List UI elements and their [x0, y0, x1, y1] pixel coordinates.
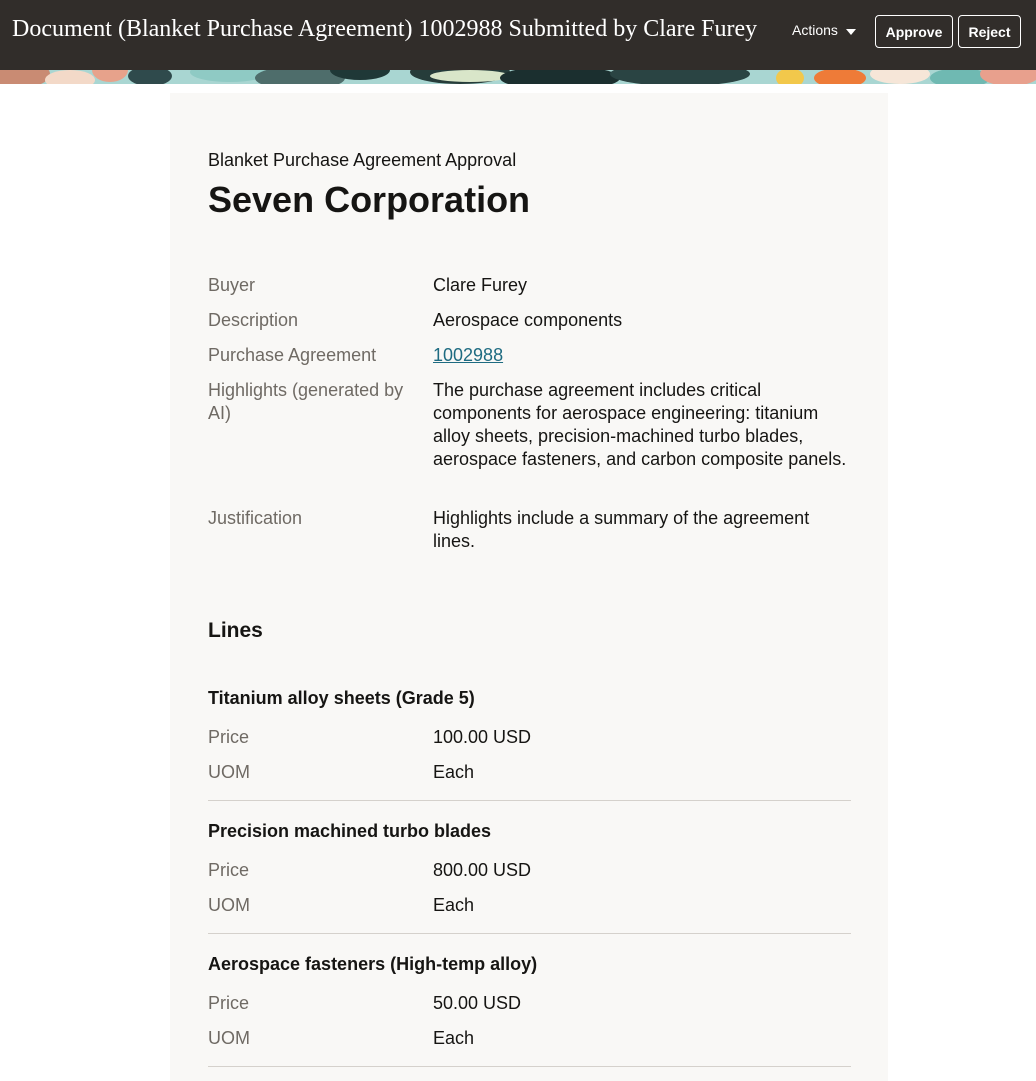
line-name: Precision machined turbo blades [208, 821, 492, 841]
detail-label: Justification [208, 508, 303, 528]
list-item: Precision machined turbo blades Price 80… [208, 821, 851, 934]
reject-button[interactable]: Reject [958, 15, 1021, 48]
uom-label: UOM [208, 1028, 250, 1048]
price-label: Price [208, 993, 250, 1013]
detail-label: Description [208, 310, 299, 330]
price-label: Price [208, 727, 250, 747]
approve-button[interactable]: Approve [875, 15, 953, 48]
list-item: Titanium alloy sheets (Grade 5) Price 10… [208, 688, 851, 801]
supplier-name: Seven Corporation [208, 179, 531, 220]
detail-label: Purchase Agreement [208, 345, 377, 365]
detail-value: Aerospace components [433, 310, 623, 330]
header-bar: Document (Blanket Purchase Agreement) 10… [0, 0, 1036, 70]
detail-value: The purchase agreement includes critical… [433, 380, 847, 469]
line-name: Titanium alloy sheets (Grade 5) [208, 688, 475, 708]
uom-label: UOM [208, 762, 250, 782]
detail-value: 1002988 [433, 344, 853, 367]
approval-card: Blanket Purchase Agreement Approval Seve… [170, 93, 888, 1081]
detail-label: Highlights (generated by AI) [208, 380, 404, 423]
line-name: Aerospace fasteners (High-temp alloy) [208, 954, 538, 974]
card-subtitle: Blanket Purchase Agreement Approval [208, 150, 517, 170]
detail-value: Highlights include a summary of the agre… [433, 508, 810, 551]
price-value: 50.00 USD [433, 993, 522, 1013]
uom-value: Each [433, 762, 475, 782]
price-value: 800.00 USD [433, 860, 532, 880]
uom-value: Each [433, 1028, 475, 1048]
price-value: 100.00 USD [433, 727, 532, 747]
uom-label: UOM [208, 895, 250, 915]
detail-value: Clare Furey [433, 275, 528, 295]
purchase-agreement-link[interactable]: 1002988 [433, 345, 503, 365]
decorative-banner [0, 70, 1036, 84]
actions-label: Actions [792, 22, 838, 38]
list-item: Aerospace fasteners (High-temp alloy) Pr… [208, 954, 851, 1067]
chevron-down-icon [845, 28, 856, 35]
lines-heading: Lines [208, 619, 263, 642]
uom-value: Each [433, 895, 475, 915]
actions-menu-button[interactable]: Actions [792, 22, 856, 38]
price-label: Price [208, 860, 250, 880]
page-title: Document (Blanket Purchase Agreement) 10… [12, 16, 758, 42]
detail-label: Buyer [208, 275, 256, 295]
